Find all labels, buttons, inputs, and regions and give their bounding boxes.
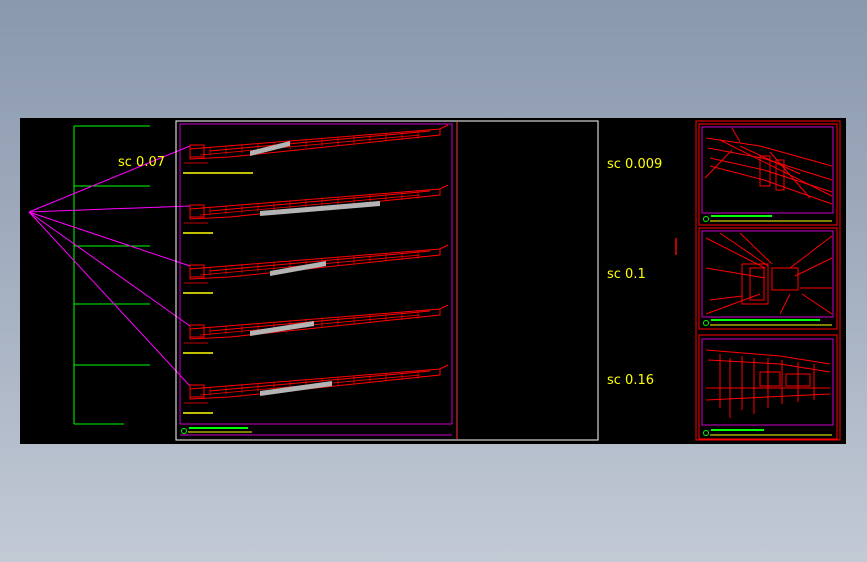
sections-group <box>183 124 449 414</box>
section-drawing-2 <box>183 184 449 234</box>
section-drawing-3 <box>183 244 449 294</box>
scale-label-left: sc 0.07 <box>118 155 165 170</box>
section-drawing-4 <box>183 304 449 354</box>
right-panel-2 <box>698 227 838 330</box>
right-panel-1 <box>698 123 838 226</box>
scale-label-mid-middle: sc 0.1 <box>607 267 646 282</box>
cad-viewport[interactable]: sc 0.07 sc 0.009 sc 0.1 sc 0.16 <box>20 118 846 444</box>
main-sheet-title-tag <box>181 427 252 434</box>
left-tree <box>73 125 150 425</box>
section-drawing-1 <box>183 124 449 174</box>
leader-lines <box>28 145 191 387</box>
section-drawing-5 <box>183 364 449 414</box>
right-panel-3 <box>698 334 838 440</box>
scale-label-mid-bottom: sc 0.16 <box>607 373 654 388</box>
scale-label-mid-top: sc 0.009 <box>607 157 663 172</box>
main-sheet-border <box>175 120 599 441</box>
